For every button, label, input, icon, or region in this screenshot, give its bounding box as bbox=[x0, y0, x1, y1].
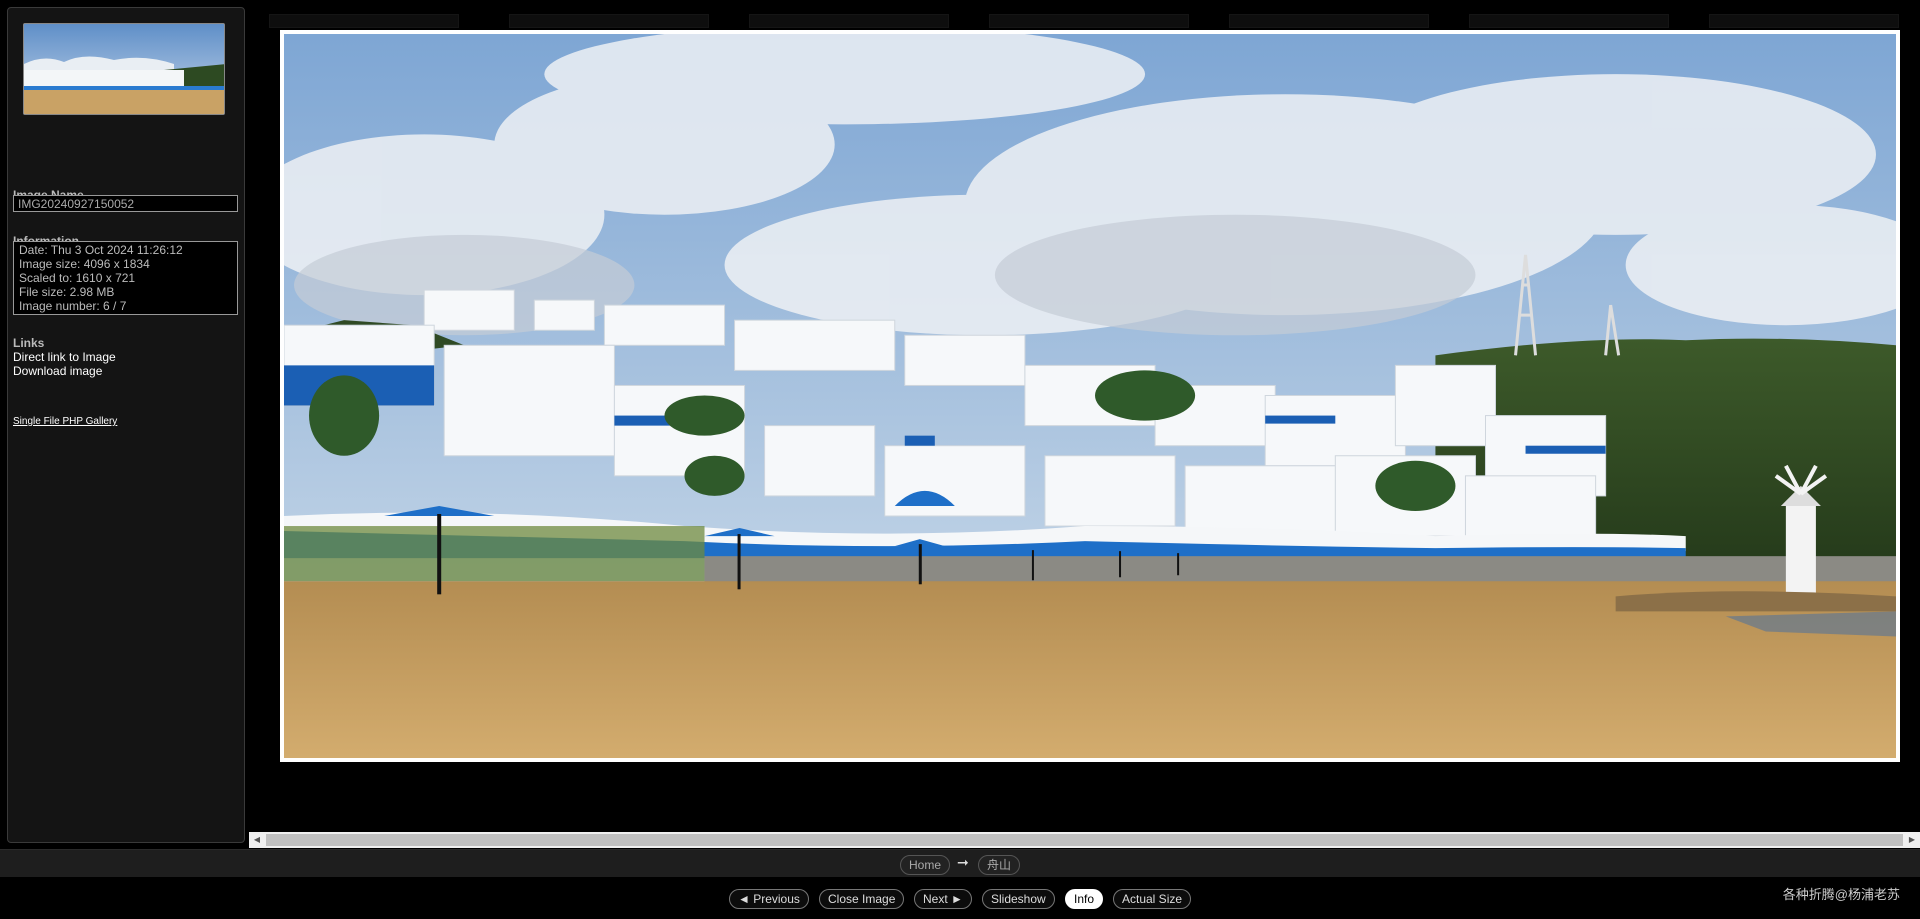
scroll-left-arrow-icon[interactable]: ◀ bbox=[249, 832, 265, 848]
sidebar: Image Name Information Date: Thu 3 Oct 2… bbox=[7, 7, 245, 843]
scroll-right-arrow-icon[interactable]: ▶ bbox=[1904, 832, 1920, 848]
close-image-button[interactable]: Close Image bbox=[819, 889, 905, 909]
breadcrumb-album[interactable]: 舟山 bbox=[978, 855, 1021, 875]
info-scaled-to: Scaled to: 1610 x 721 bbox=[19, 271, 136, 285]
image-name-field[interactable] bbox=[13, 195, 238, 212]
background-thumbnail-strip bbox=[249, 14, 1920, 28]
image-stage bbox=[249, 0, 1920, 832]
download-image-link[interactable]: Download image bbox=[13, 364, 102, 378]
info-date: Date: Thu 3 Oct 2024 11:26:12 bbox=[19, 243, 183, 257]
thumbnail-image bbox=[24, 24, 224, 114]
info-image-size: Image size: 4096 x 1834 bbox=[19, 257, 150, 271]
main-photo-frame[interactable] bbox=[280, 30, 1900, 762]
main-photo bbox=[284, 34, 1896, 758]
breadcrumb-home[interactable]: Home bbox=[900, 855, 951, 875]
breadcrumb-separator-icon: ➞ bbox=[957, 854, 969, 870]
links-label: Links bbox=[13, 336, 45, 350]
horizontal-scrollbar[interactable]: ◀ ▶ bbox=[249, 832, 1920, 848]
signature-text: 各种折腾@杨浦老苏 bbox=[1782, 887, 1900, 902]
info-file-size: File size: 2.98 MB bbox=[19, 285, 115, 299]
gallery-credit-link[interactable]: Single File PHP Gallery bbox=[13, 416, 117, 427]
current-image-thumbnail[interactable] bbox=[23, 23, 225, 115]
info-image-number: Image number: 6 / 7 bbox=[19, 299, 127, 313]
next-button[interactable]: Next ► bbox=[914, 889, 972, 909]
direct-link-to-image[interactable]: Direct link to Image bbox=[13, 350, 116, 364]
slideshow-button[interactable]: Slideshow bbox=[982, 889, 1055, 909]
previous-button[interactable]: ◄ Previous bbox=[729, 889, 809, 909]
information-box: Date: Thu 3 Oct 2024 11:26:12 Image size… bbox=[13, 241, 238, 315]
info-button[interactable]: Info bbox=[1065, 889, 1104, 909]
actual-size-button[interactable]: Actual Size bbox=[1113, 889, 1192, 909]
scrollbar-thumb[interactable] bbox=[266, 834, 1903, 846]
